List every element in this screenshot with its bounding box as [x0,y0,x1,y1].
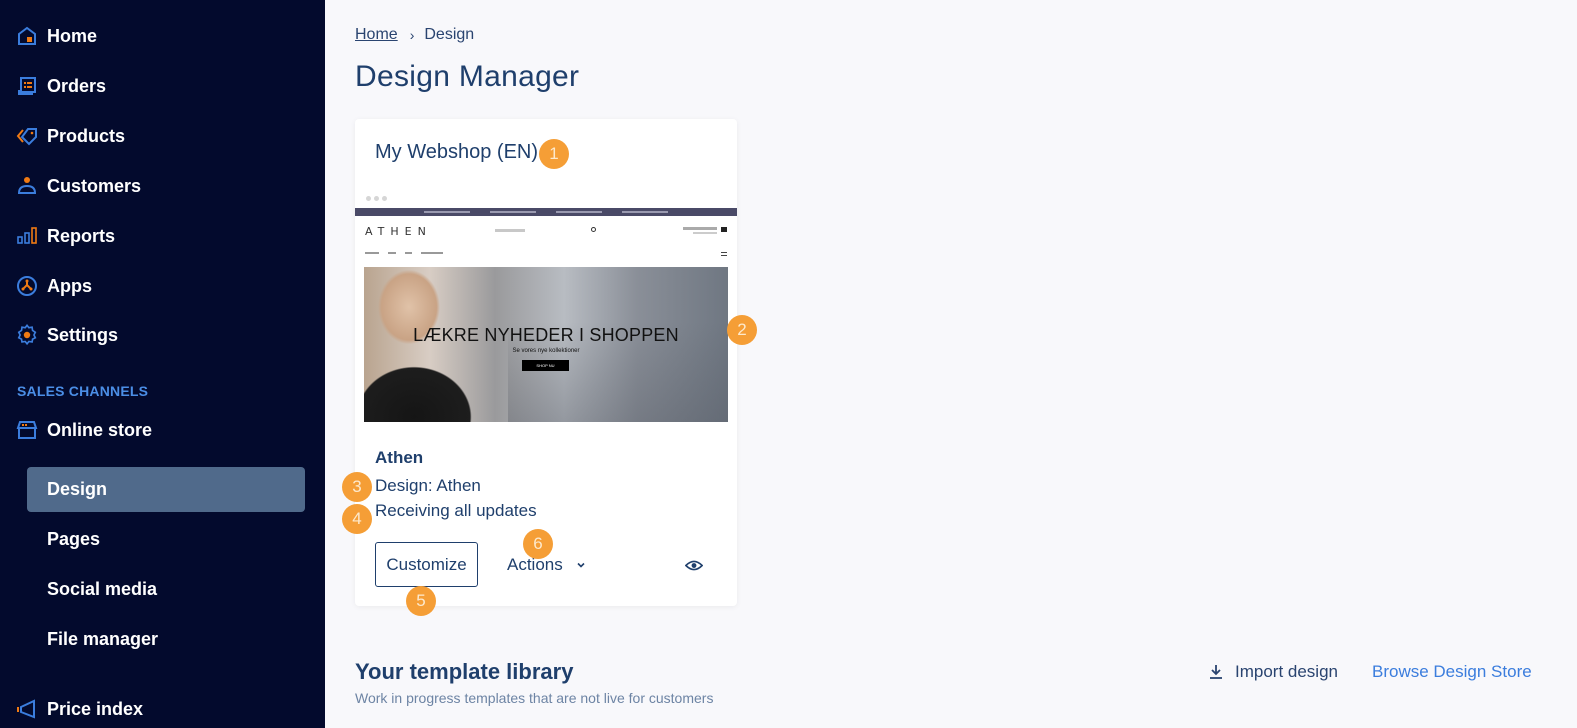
preview-hero-image: LÆKRE NYHEDER I SHOPPEN Se vores nye kol… [364,267,728,422]
breadcrumb-current: Design [424,26,475,43]
home-icon [16,25,38,47]
megaphone-icon [16,698,38,720]
theme-name: Athen [375,448,424,467]
sidebar-item-label: Design [47,479,108,499]
sidebar-item-label: Products [47,125,126,146]
sidebar-item-label: Home [47,25,98,46]
hero-title: LÆKRE NYHEDER I SHOPPEN [413,325,679,345]
preview-logo: ATHEN [365,225,432,238]
sidebar-subitem-social-media[interactable]: Social media [27,567,305,612]
preview-hamburger-icon [721,252,727,256]
bar-chart-icon [16,225,38,247]
chevron-down-icon [577,562,585,568]
apps-icon [16,275,38,297]
sidebar-item-home[interactable]: Home [16,21,97,51]
annotation-badge-4: 4 [342,504,372,534]
sidebar-subitem-pages[interactable]: Pages [27,517,305,562]
sidebar-item-label: Pages [47,529,101,549]
sidebar-item-label: Settings [47,324,119,345]
preview-cart-subtext [693,232,717,234]
page-title: Design Manager [355,60,580,93]
sidebar-item-products[interactable]: Products [16,121,125,151]
sidebar-item-label: Online store [47,419,153,440]
sales-channels-heading: SALES CHANNELS [17,383,149,399]
theme-preview[interactable]: ATHEN LÆKRE NYHEDER I SHOPPEN Se vores n… [355,189,737,424]
window-dots [366,196,387,201]
preview-cart-icon [721,227,727,232]
preview-search [495,229,525,232]
tag-icon [16,125,38,147]
sidebar-subitem-design[interactable]: Design [27,467,305,512]
preview-search-icon [591,227,596,232]
orders-icon [16,75,38,97]
gear-icon [16,324,38,346]
sidebar-item-settings[interactable]: Settings [16,320,118,350]
preview-button[interactable] [683,555,705,575]
sidebar-item-label: Reports [47,225,116,246]
sidebar-item-customers[interactable]: Customers [16,171,141,201]
sidebar-item-price-index[interactable]: Price index [16,694,143,724]
design-label: Design: Athen [375,476,481,495]
sidebar-item-label: File manager [47,629,159,649]
hero-shop-button: SHOP NU [522,360,569,371]
eye-icon [685,560,703,570]
sidebar: Home Orders Products Customers Reports A… [0,0,325,728]
sidebar-item-label: Orders [47,75,107,96]
breadcrumb-home-link[interactable]: Home [355,26,398,44]
store-icon [16,419,38,441]
person-icon [16,175,38,197]
update-status: Receiving all updates [375,501,537,520]
sidebar-item-label: Price index [47,698,144,719]
download-icon [1210,665,1222,679]
hero-subtitle: Se vores nye kollektioner [512,348,580,354]
preview-topbar [355,208,737,216]
import-design-button[interactable]: Import design [1209,662,1338,682]
customize-button[interactable]: Customize [375,542,478,587]
sidebar-item-label: Social media [47,579,158,599]
webshop-title: My Webshop (EN) [375,141,539,163]
sidebar-item-apps[interactable]: Apps [16,271,92,301]
annotation-badge-3: 3 [342,472,372,502]
sidebar-item-label: Apps [47,275,92,296]
import-design-label: Import design [1235,662,1338,681]
preview-menu [365,252,443,254]
annotation-badge-5: 5 [406,586,436,616]
browse-design-store-link[interactable]: Browse Design Store [1372,662,1532,682]
annotation-badge-6: 6 [523,529,553,559]
annotation-badge-2: 2 [727,315,757,345]
template-library-title: Your template library [355,659,574,684]
breadcrumb: Home › Design [355,26,474,44]
template-library-subtitle: Work in progress templates that are not … [355,690,714,706]
sidebar-item-label: Customers [47,175,142,196]
sidebar-item-online-store[interactable]: Online store [16,415,152,445]
sidebar-item-orders[interactable]: Orders [16,71,106,101]
chevron-right-icon: › [409,27,415,43]
sidebar-item-reports[interactable]: Reports [16,221,115,251]
annotation-badge-1: 1 [539,139,569,169]
preview-cart-text [683,227,717,230]
sidebar-subitem-file-manager[interactable]: File manager [27,617,305,662]
